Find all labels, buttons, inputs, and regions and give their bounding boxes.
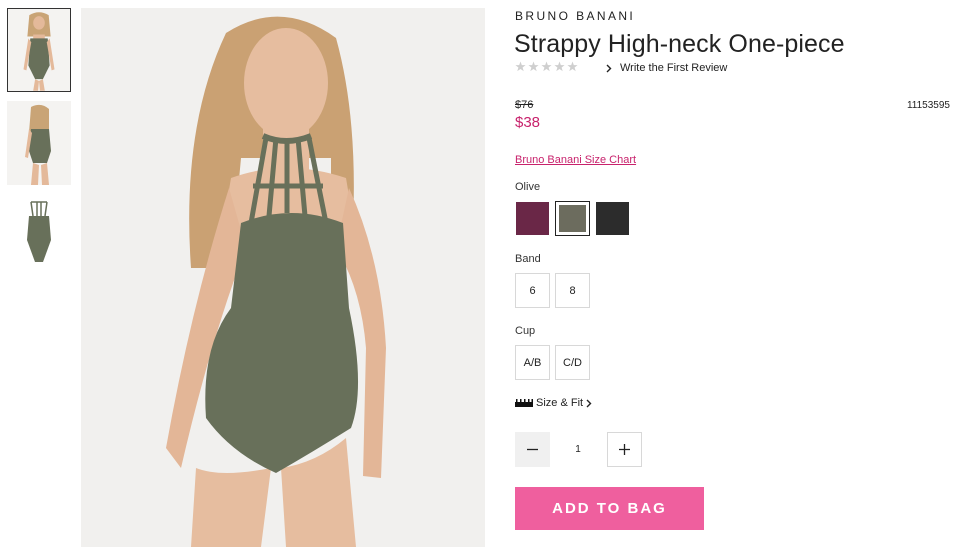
star-icon: [541, 61, 552, 72]
thumbnail-flat[interactable]: [7, 196, 71, 280]
thumbnail-back[interactable]: [7, 101, 71, 185]
model-front-image: [8, 9, 70, 91]
band-option-6[interactable]: 6: [515, 273, 550, 308]
size-chart-link[interactable]: Bruno Banani Size Chart: [515, 154, 636, 166]
color-swatch-olive[interactable]: [555, 201, 590, 236]
write-review-link[interactable]: Write the First Review: [606, 62, 727, 74]
model-back-image: [7, 101, 71, 185]
sale-price: $38: [515, 114, 541, 131]
color-swatch-black[interactable]: [595, 201, 630, 236]
size-fit-link[interactable]: Size & Fit: [515, 397, 592, 409]
color-swatch-plum[interactable]: [515, 201, 550, 236]
star-icon: [515, 61, 526, 72]
quantity-increase-button[interactable]: [607, 432, 642, 467]
chevron-right-icon: [606, 64, 612, 72]
quantity-value[interactable]: 1: [560, 444, 596, 455]
product-main-image: [81, 8, 485, 547]
original-price: $76: [515, 99, 534, 111]
plus-icon: [619, 444, 630, 455]
band-option-8[interactable]: 8: [555, 273, 590, 308]
swimsuit-flat-image: [7, 196, 71, 280]
cup-label: Cup: [515, 325, 536, 337]
selected-color-label: Olive: [515, 181, 541, 193]
write-review-label: Write the First Review: [620, 62, 728, 74]
product-title: Strappy High-neck One-piece: [514, 30, 845, 58]
star-icon: [528, 61, 539, 72]
star-icon: [567, 61, 578, 72]
quantity-decrease-button[interactable]: [515, 432, 550, 467]
thumbnail-front[interactable]: [7, 8, 71, 92]
chevron-right-icon: [586, 399, 592, 407]
add-to-bag-button[interactable]: ADD TO BAG: [515, 487, 704, 530]
model-illustration: [81, 8, 485, 547]
cup-option-cd[interactable]: C/D: [555, 345, 590, 380]
rating-stars: [515, 61, 578, 72]
ruler-icon: [515, 399, 533, 407]
cup-option-ab[interactable]: A/B: [515, 345, 550, 380]
star-icon: [554, 61, 565, 72]
size-fit-label: Size & Fit: [536, 397, 584, 409]
product-sku: 11153595: [906, 100, 950, 111]
brand-name: BRUNO BANANI: [515, 9, 636, 23]
minus-icon: [527, 448, 538, 451]
band-label: Band: [515, 253, 541, 265]
